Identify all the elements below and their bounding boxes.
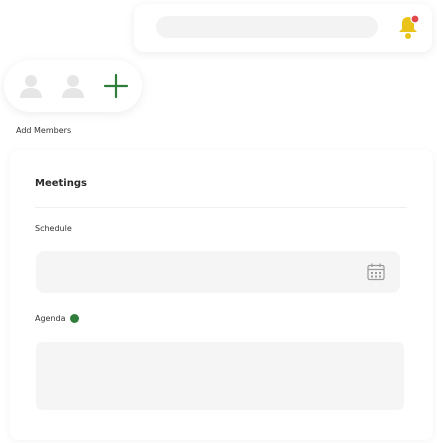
meetings-title: Meetings (35, 178, 87, 189)
plus-icon (103, 73, 129, 99)
schedule-input[interactable] (36, 251, 400, 293)
bell-icon[interactable] (393, 12, 421, 42)
user-avatar-icon[interactable] (56, 69, 90, 103)
schedule-label: Schedule (35, 224, 72, 233)
user-avatar-icon[interactable] (14, 69, 48, 103)
agenda-label: Agenda (35, 314, 79, 323)
meetings-card: Meetings Schedule Agenda (10, 150, 433, 440)
agenda-label-text: Agenda (35, 314, 66, 323)
search-input[interactable] (156, 16, 378, 38)
add-members-label: Add Members (16, 126, 72, 135)
agenda-status-dot (69, 314, 79, 323)
top-bar (134, 4, 432, 52)
calendar-icon[interactable] (366, 262, 386, 282)
agenda-textarea[interactable] (36, 342, 404, 410)
add-member-button[interactable] (98, 68, 134, 104)
members-card (4, 60, 142, 112)
divider (35, 207, 407, 208)
